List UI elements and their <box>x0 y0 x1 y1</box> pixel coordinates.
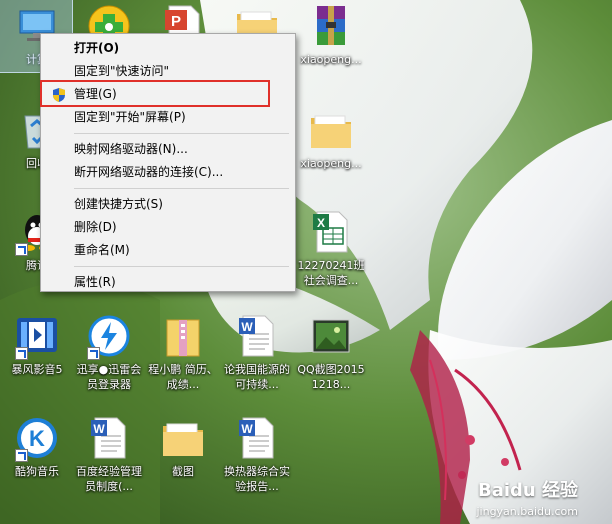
word-document-icon: W <box>233 312 281 360</box>
menu-item-delete[interactable]: 删除(D) <box>41 216 295 239</box>
context-menu: 打开(O) 固定到"快速访问" 管理(G) 固定到"开始"屏幕(P) 映射网络驱… <box>40 33 296 292</box>
desktop-icon-label: 截图 <box>172 465 194 478</box>
desktop-icon[interactable]: 程小鹏 简历、成绩... <box>146 312 220 392</box>
desktop-icon-label: xiaopeng... <box>300 157 362 170</box>
winrar-archive-icon <box>307 2 355 50</box>
svg-text:K: K <box>29 426 45 451</box>
desktop-icon[interactable]: W 百度经验管理员制度(... <box>72 414 146 494</box>
menu-item-disconnect-network-drive[interactable]: 断开网络驱动器的连接(C)... <box>41 161 295 184</box>
desktop-icon-label: 12270241班社会调查... <box>297 259 365 287</box>
desktop-icon-label: 暴风影音5 <box>11 363 63 376</box>
svg-text:W: W <box>241 320 253 334</box>
desktop-icon[interactable]: 暴风影音5 <box>0 312 74 377</box>
shortcut-arrow-icon <box>15 449 28 462</box>
desktop-icon[interactable]: xiaopeng... <box>294 106 368 171</box>
menu-item-properties[interactable]: 属性(R) <box>41 271 295 294</box>
desktop-icon-label: 程小鹏 简历、成绩... <box>148 363 218 391</box>
desktop-icon-label: xiaopeng... <box>300 53 362 66</box>
menu-item-pin-start[interactable]: 固定到"开始"屏幕(P) <box>41 106 295 129</box>
highlight-annotation-box <box>40 80 270 107</box>
folder-icon <box>159 414 207 462</box>
svg-text:W: W <box>93 422 105 436</box>
svg-text:W: W <box>241 422 253 436</box>
menu-item-map-network-drive[interactable]: 映射网络驱动器(N)... <box>41 138 295 161</box>
word-document-icon: W <box>85 414 133 462</box>
desktop-icon-label: 酷狗音乐 <box>15 465 59 478</box>
desktop-icon[interactable]: W 论我国能源的可持续... <box>220 312 294 392</box>
desktop-icon-label: QQ截图20151218... <box>297 363 365 391</box>
image-file-icon <box>307 312 355 360</box>
desktop-icon[interactable]: 迅享●迅雷会员登录器 <box>72 312 146 392</box>
excel-file-icon: X <box>307 208 355 256</box>
desktop-icon[interactable]: QQ截图20151218... <box>294 312 368 392</box>
menu-separator <box>74 188 289 189</box>
watermark-url: jingyan.baidu.com <box>476 505 578 518</box>
svg-text:P: P <box>171 13 181 30</box>
desktop-icon[interactable]: X 12270241班社会调查... <box>294 208 368 288</box>
watermark-logo: Baidu 经验 <box>477 480 578 501</box>
desktop-icon[interactable]: W 换热器综合实验报告... <box>220 414 294 494</box>
menu-item-open[interactable]: 打开(O) <box>41 37 295 60</box>
shortcut-arrow-icon <box>15 243 28 256</box>
shortcut-arrow-icon <box>87 347 100 360</box>
menu-item-rename[interactable]: 重命名(M) <box>41 239 295 262</box>
desktop-icon-label: 换热器综合实验报告... <box>224 465 290 493</box>
baofeng-player-icon <box>13 312 61 360</box>
desktop-icon[interactable]: K 酷狗音乐 <box>0 414 74 479</box>
desktop-icon[interactable]: 截图 <box>146 414 220 479</box>
xunlei-icon <box>85 312 133 360</box>
desktop-icon-label: 迅享●迅雷会员登录器 <box>76 363 142 391</box>
desktop-icon[interactable]: xiaopeng... <box>294 2 368 67</box>
menu-item-create-shortcut[interactable]: 创建快捷方式(S) <box>41 193 295 216</box>
word-document-icon: W <box>233 414 281 462</box>
folder-icon <box>307 106 355 154</box>
desktop-icon-label: 百度经验管理员制度(... <box>76 465 142 493</box>
kugou-music-icon: K <box>13 414 61 462</box>
desktop-icon-label: 论我国能源的可持续... <box>224 363 290 391</box>
menu-separator <box>74 266 289 267</box>
zip-archive-icon <box>159 312 207 360</box>
svg-text:X: X <box>317 216 325 230</box>
shortcut-arrow-icon <box>15 347 28 360</box>
menu-separator <box>74 133 289 134</box>
